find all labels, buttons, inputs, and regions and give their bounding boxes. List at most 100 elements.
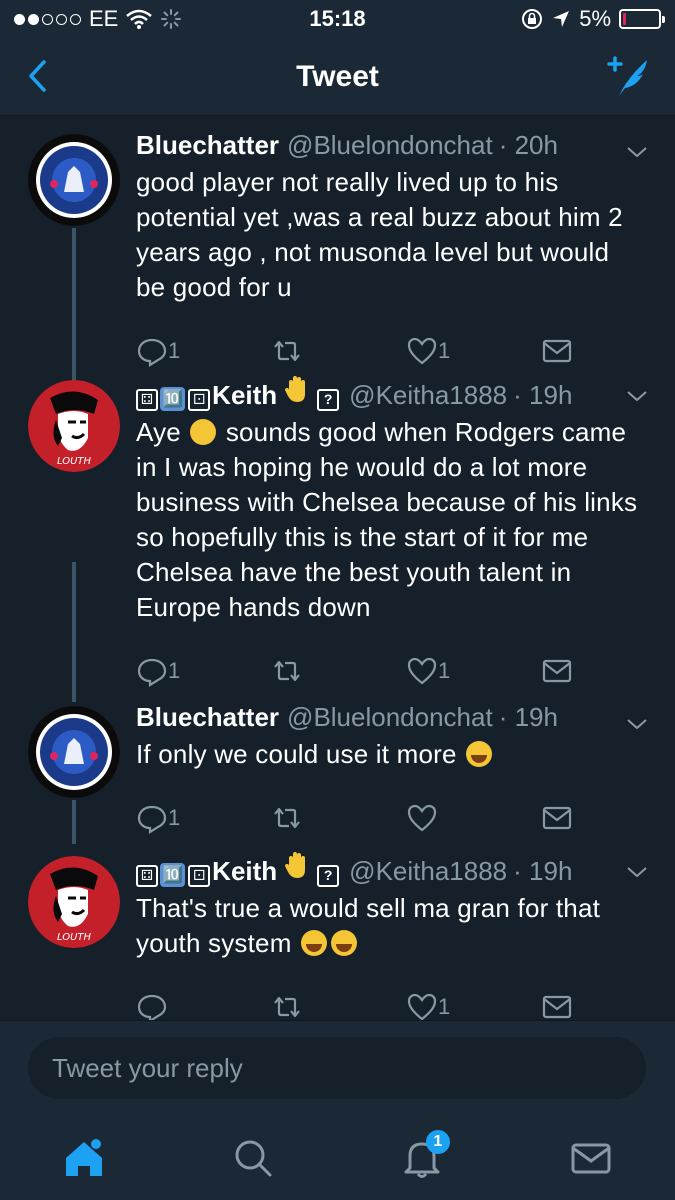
reply-icon bbox=[137, 994, 167, 1023]
share-via-dm-button[interactable] bbox=[541, 335, 573, 367]
chevron-down-icon[interactable] bbox=[625, 140, 649, 164]
heart-icon bbox=[407, 657, 437, 685]
reply-button[interactable] bbox=[136, 991, 271, 1023]
timestamp: · 19h bbox=[498, 702, 558, 732]
username[interactable]: @Keitha1888 bbox=[349, 856, 507, 887]
timestamp: · 20h bbox=[498, 130, 558, 160]
display-name[interactable]: Keith bbox=[212, 856, 277, 887]
retweet-button[interactable] bbox=[271, 802, 406, 834]
avatar[interactable]: LOUTH bbox=[28, 380, 120, 472]
reply-button[interactable]: 1 bbox=[136, 335, 271, 367]
envelope-icon bbox=[542, 995, 572, 1019]
notifications-badge: 1 bbox=[425, 1130, 450, 1154]
envelope-icon bbox=[542, 659, 572, 683]
display-name[interactable]: Bluechatter bbox=[136, 130, 279, 161]
tweet-actions: 1 1 bbox=[136, 651, 645, 691]
tweet-actions: 1 bbox=[136, 798, 645, 838]
wifi-icon bbox=[126, 9, 153, 29]
avatar[interactable] bbox=[28, 706, 120, 798]
retweet-icon bbox=[274, 807, 300, 829]
heart-icon bbox=[407, 804, 437, 832]
tab-messages[interactable] bbox=[561, 1128, 621, 1188]
chelsea-badge-icon bbox=[28, 134, 120, 226]
reply-count: 1 bbox=[168, 805, 181, 830]
avatar[interactable] bbox=[28, 134, 120, 226]
tweet-header: ⚃ 🔟 ⚀ Keith ? @Keitha1888 · 19h bbox=[136, 374, 645, 411]
tweet[interactable]: LOUTH ⚃ 🔟 ⚀ Keith ? @Keitha1888 · 19h Ay… bbox=[0, 374, 675, 691]
display-name[interactable]: Bluechatter bbox=[136, 702, 279, 733]
chevron-down-icon[interactable] bbox=[625, 712, 649, 736]
tweet-text-content: If only we could use it more bbox=[136, 739, 457, 769]
tweet[interactable]: Bluechatter @Bluelondonchat · 20h good p… bbox=[0, 130, 675, 371]
tab-notifications[interactable]: 1 bbox=[392, 1128, 452, 1188]
status-right: 5% bbox=[521, 6, 665, 32]
like-count: 1 bbox=[438, 994, 451, 1019]
keycap-ten-emoji: 🔟 bbox=[160, 863, 186, 887]
tweet-actions: 1 1 bbox=[136, 331, 645, 371]
che-guevara-avatar-icon: LOUTH bbox=[28, 856, 120, 948]
retweet-button[interactable] bbox=[271, 991, 406, 1023]
like-button[interactable]: 1 bbox=[406, 655, 541, 687]
share-via-dm-button[interactable] bbox=[541, 655, 573, 687]
carrier-label: EE bbox=[89, 6, 119, 31]
chelsea-badge-icon bbox=[28, 706, 120, 798]
retweet-icon bbox=[274, 996, 300, 1018]
reply-icon bbox=[137, 338, 167, 367]
dice-emoji: ⚃ bbox=[136, 865, 158, 887]
thinking-face-emoji bbox=[190, 419, 217, 445]
username[interactable]: @Bluelondonchat bbox=[287, 702, 493, 733]
timestamp: · 19h bbox=[513, 380, 573, 410]
tab-search[interactable] bbox=[223, 1128, 283, 1188]
username[interactable]: @Keitha1888 bbox=[349, 380, 507, 411]
status-left: EE bbox=[14, 6, 182, 32]
like-button[interactable]: 1 bbox=[406, 991, 541, 1023]
reply-icon bbox=[137, 658, 167, 687]
dice-emoji: ⚀ bbox=[188, 389, 211, 411]
tweet-header: Bluechatter @Bluelondonchat · 20h bbox=[136, 130, 645, 161]
back-button[interactable] bbox=[20, 56, 60, 96]
svg-text:LOUTH: LOUTH bbox=[57, 456, 92, 467]
reply-count: 1 bbox=[168, 658, 181, 683]
tweet[interactable]: Bluechatter @Bluelondonchat · 19h If onl… bbox=[0, 702, 675, 838]
heart-icon bbox=[407, 993, 437, 1021]
reply-button[interactable]: 1 bbox=[136, 655, 271, 687]
retweet-button[interactable] bbox=[271, 335, 406, 367]
question-box-emoji: ? bbox=[317, 865, 340, 887]
tweet-text: good player not really lived up to his p… bbox=[136, 167, 623, 302]
like-button[interactable] bbox=[406, 802, 541, 834]
avatar[interactable]: LOUTH bbox=[28, 856, 120, 948]
battery-percent: 5% bbox=[579, 6, 611, 31]
tab-home[interactable] bbox=[54, 1128, 114, 1188]
share-via-dm-button[interactable] bbox=[541, 991, 573, 1023]
tweet[interactable]: LOUTH ⚃ 🔟 ⚀ Keith ? @Keitha1888 · 19h Th… bbox=[0, 850, 675, 1027]
signal-icon bbox=[14, 13, 81, 25]
question-box-emoji: ? bbox=[317, 389, 340, 411]
reply-button[interactable]: 1 bbox=[136, 802, 271, 834]
dice-emoji: ⚃ bbox=[136, 389, 158, 411]
reply-icon bbox=[137, 805, 167, 834]
retweet-button[interactable] bbox=[271, 655, 406, 687]
username[interactable]: @Bluelondonchat bbox=[287, 130, 493, 161]
battery-icon bbox=[619, 9, 665, 29]
envelope-icon bbox=[542, 806, 572, 830]
share-via-dm-button[interactable] bbox=[541, 802, 573, 834]
reply-input[interactable] bbox=[28, 1037, 646, 1099]
search-icon bbox=[235, 1140, 272, 1177]
chevron-down-icon[interactable] bbox=[625, 860, 649, 884]
nav-bar: Tweet bbox=[0, 38, 675, 116]
like-button[interactable]: 1 bbox=[406, 335, 541, 367]
tweet-text-start: Aye bbox=[136, 417, 181, 447]
timestamp: · 19h bbox=[513, 856, 573, 886]
reply-count: 1 bbox=[168, 338, 181, 363]
dice-emoji: ⚀ bbox=[188, 865, 211, 887]
tears-of-joy-emoji bbox=[301, 930, 328, 956]
tweet-header: ⚃ 🔟 ⚀ Keith ? @Keitha1888 · 19h bbox=[136, 850, 645, 887]
tweet-text: Aye sounds good when Rodgers came in I w… bbox=[136, 415, 645, 625]
compose-tweet-button[interactable] bbox=[603, 52, 653, 102]
chevron-down-icon[interactable] bbox=[625, 384, 649, 408]
display-name[interactable]: Keith bbox=[212, 380, 277, 411]
tab-bar: 1 bbox=[0, 1116, 675, 1200]
page-title: Tweet bbox=[296, 59, 379, 93]
tears-of-joy-emoji bbox=[331, 930, 358, 956]
svg-text:LOUTH: LOUTH bbox=[57, 932, 92, 943]
